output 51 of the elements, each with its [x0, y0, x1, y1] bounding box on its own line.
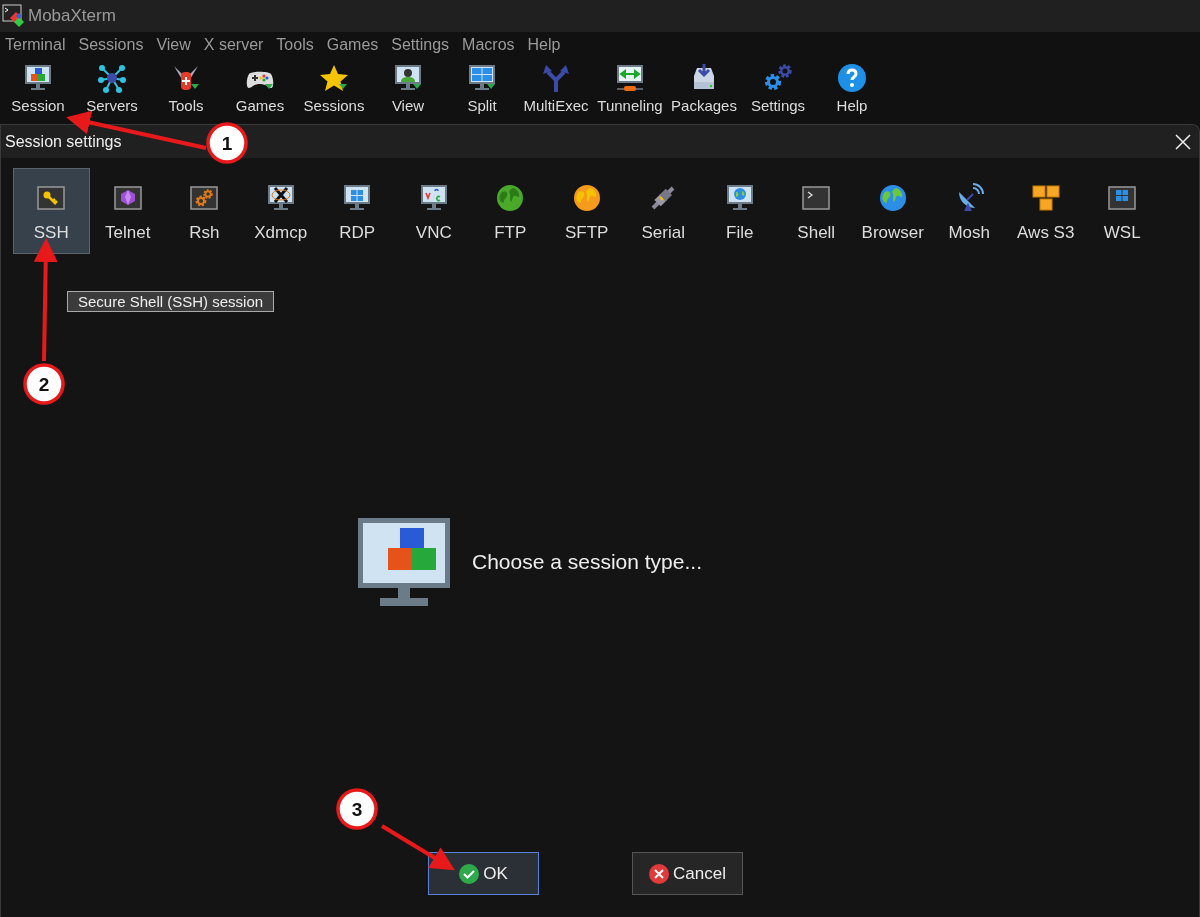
toolbar-button[interactable]: Tunneling [593, 58, 667, 120]
menu-item[interactable]: Games [322, 36, 388, 54]
toolbar-button[interactable]: MultiExec [519, 58, 593, 120]
session-type-button[interactable]: Aws S3 [1007, 168, 1084, 254]
session-type-button[interactable]: SFTP [548, 168, 625, 254]
window-title: MobaXterm [28, 6, 116, 26]
cancel-button[interactable]: Cancel [632, 852, 743, 895]
menu-item[interactable]: X server [199, 36, 273, 54]
cross-icon [649, 863, 670, 884]
monitor-icon [358, 518, 450, 606]
menu-item[interactable]: View [152, 36, 200, 54]
check-icon [459, 863, 480, 884]
session-type-button[interactable]: Browser [854, 168, 931, 254]
menu-item[interactable]: Settings [387, 36, 459, 54]
toolbar-button[interactable]: View [371, 58, 445, 120]
session-type-button[interactable]: Rsh [166, 168, 243, 254]
help-icon [836, 62, 868, 94]
dialog-title: Session settings [5, 132, 122, 151]
session-type-button[interactable]: Serial [625, 168, 702, 254]
cubes-icon [1029, 182, 1062, 214]
toolbar-button[interactable]: Session [1, 58, 75, 120]
session-type-button[interactable]: VNC [395, 168, 472, 254]
menu-item[interactable]: Help [523, 36, 570, 54]
tooltip: Secure Shell (SSH) session [67, 291, 275, 312]
menu-item[interactable]: Macros [458, 36, 524, 54]
session-type-button[interactable]: RDP [319, 168, 396, 254]
toolbar-button[interactable]: Servers [75, 58, 149, 120]
session-type-button[interactable]: WSL [1084, 168, 1161, 254]
arrows-monitor-icon [614, 62, 646, 94]
session-type-button[interactable]: Telnet [89, 168, 166, 254]
session-type-button[interactable]: FTP [472, 168, 549, 254]
ok-button[interactable]: OK [428, 852, 539, 895]
menu-item[interactable]: Tools [272, 36, 323, 54]
session-type-button[interactable]: File [701, 168, 778, 254]
session-type-button[interactable]: Xdmcp [242, 168, 319, 254]
menu-item[interactable]: Terminal [1, 36, 75, 54]
toolbar-button[interactable]: Tools [149, 58, 223, 120]
close-icon[interactable] [1175, 133, 1191, 150]
toolbar-button[interactable]: Settings [741, 58, 815, 120]
toolbar-button[interactable]: Split [445, 58, 519, 120]
network-hub-icon [96, 62, 128, 94]
session-type-button[interactable]: Mosh [931, 168, 1008, 254]
menu-item[interactable]: Sessions [74, 36, 153, 54]
prompt-text: Choose a session type... [472, 550, 702, 574]
toolbar-button[interactable]: Games [223, 58, 297, 120]
session-type-button[interactable]: Shell [778, 168, 855, 254]
toolbar-button[interactable]: Packages [667, 58, 741, 120]
toolbar-button[interactable]: Sessions [297, 58, 371, 120]
session-type-button[interactable]: SSH [13, 168, 90, 254]
toolbar-button[interactable]: Help [815, 58, 889, 120]
fork-arrow-icon [540, 62, 572, 94]
